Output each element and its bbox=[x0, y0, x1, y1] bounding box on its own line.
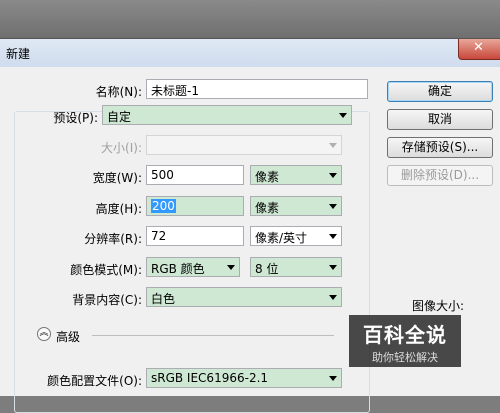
watermark-title: 百科全说 bbox=[363, 323, 447, 347]
preset-label: 预设(P): bbox=[53, 111, 98, 125]
bit-depth-select[interactable]: 8 位 bbox=[250, 257, 342, 277]
chevron-down-icon bbox=[329, 234, 337, 239]
background-value: 白色 bbox=[151, 292, 176, 306]
chevron-down-icon bbox=[227, 265, 235, 270]
chevron-down-icon bbox=[329, 295, 337, 300]
chevron-down-icon bbox=[329, 265, 337, 270]
chevron-up-icon[interactable]: ︽ bbox=[37, 327, 51, 341]
chevron-down-icon bbox=[329, 376, 337, 381]
color-mode-label: 颜色模式(M): bbox=[70, 263, 142, 277]
ok-button[interactable]: 确定 bbox=[387, 81, 493, 102]
chevron-down-icon bbox=[329, 143, 337, 148]
width-label: 宽度(W): bbox=[92, 171, 142, 185]
resolution-unit-select[interactable]: 像素/英寸 bbox=[250, 226, 342, 246]
name-label: 名称(N): bbox=[95, 85, 142, 99]
size-select[interactable] bbox=[146, 135, 342, 155]
chevron-down-icon bbox=[329, 173, 337, 178]
advanced-label: 高级 bbox=[56, 330, 81, 344]
chevron-down-icon bbox=[339, 113, 347, 118]
color-mode-select[interactable]: RGB 颜色 bbox=[146, 257, 240, 277]
chevron-down-icon bbox=[329, 204, 337, 209]
width-unit-select[interactable]: 像素 bbox=[250, 165, 342, 185]
image-size-label: 图像大小: bbox=[412, 299, 465, 313]
close-button[interactable] bbox=[458, 39, 500, 60]
watermark-subtitle: 助你轻松解决 bbox=[372, 351, 438, 364]
width-input[interactable]: 500 bbox=[146, 165, 244, 185]
color-profile-select[interactable]: sRGB IEC61966-2.1 bbox=[146, 368, 342, 388]
height-label: 高度(H): bbox=[95, 202, 142, 216]
color-mode-value: RGB 颜色 bbox=[151, 262, 205, 276]
save-preset-button[interactable]: 存储预设(S)... bbox=[387, 137, 493, 158]
height-value: 200 bbox=[151, 199, 176, 213]
background-label: 背景内容(C): bbox=[72, 293, 142, 307]
delete-preset-button[interactable]: 删除预设(D)... bbox=[387, 165, 493, 186]
color-profile-value: sRGB IEC61966-2.1 bbox=[151, 371, 269, 385]
width-unit-value: 像素 bbox=[255, 170, 280, 184]
background-select[interactable]: 白色 bbox=[146, 287, 342, 307]
size-label: 大小(I): bbox=[101, 141, 142, 155]
dialog-title: 新建 bbox=[6, 47, 31, 61]
titlebar: 新建 bbox=[0, 39, 500, 67]
advanced-divider bbox=[92, 335, 334, 336]
resolution-label: 分辨率(R): bbox=[84, 232, 142, 246]
background-area bbox=[0, 0, 500, 38]
watermark-logo: 百科全说 助你轻松解决 bbox=[349, 315, 461, 367]
height-input[interactable]: 200 bbox=[146, 196, 244, 216]
color-profile-label: 颜色配置文件(O): bbox=[47, 374, 142, 388]
cancel-button[interactable]: 取消 bbox=[387, 109, 493, 130]
new-document-dialog: 新建 名称(N): 未标题-1 预设(P): 自定 大小(I): 宽度(W): … bbox=[0, 38, 500, 413]
resolution-unit-value: 像素/英寸 bbox=[255, 231, 308, 245]
height-unit-select[interactable]: 像素 bbox=[250, 196, 342, 216]
name-input[interactable]: 未标题-1 bbox=[146, 79, 368, 99]
height-unit-value: 像素 bbox=[255, 201, 280, 215]
preset-select[interactable]: 自定 bbox=[102, 105, 352, 125]
bit-depth-value: 8 位 bbox=[255, 262, 279, 276]
preset-value: 自定 bbox=[107, 110, 132, 124]
resolution-input[interactable]: 72 bbox=[146, 226, 244, 246]
